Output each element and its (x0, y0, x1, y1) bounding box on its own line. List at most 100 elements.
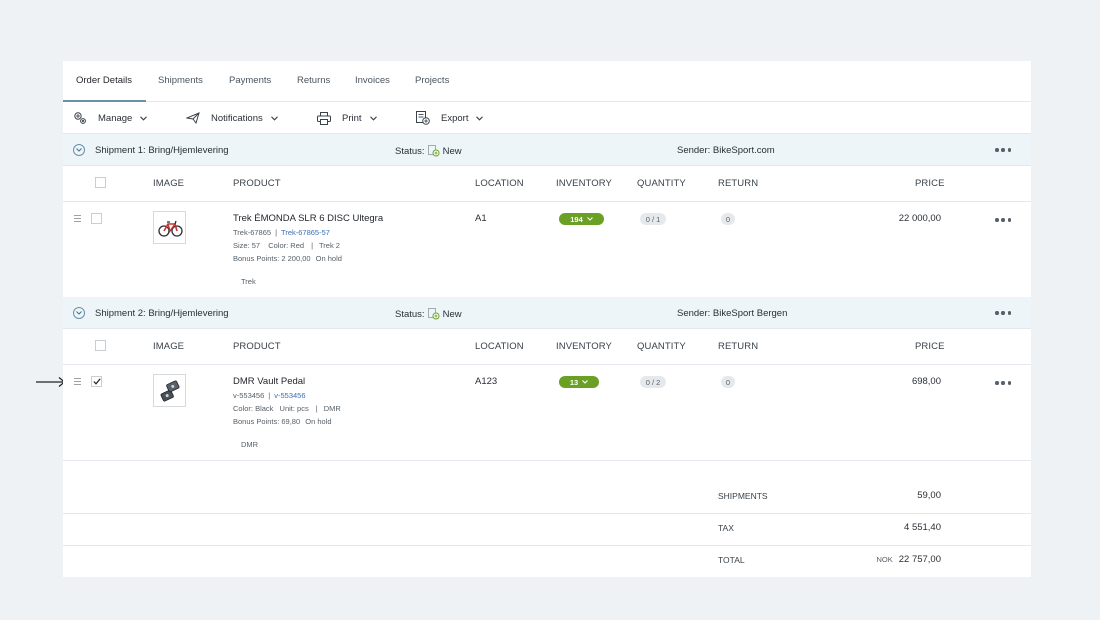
col-quantity: QUANTITY (637, 341, 686, 352)
tab-invoices[interactable]: Invoices (355, 75, 390, 86)
collapse-toggle[interactable] (73, 307, 85, 319)
divider (63, 545, 1031, 546)
column-header-row: IMAGE PRODUCT LOCATION INVENTORY QUANTIT… (63, 329, 1031, 365)
select-all-checkbox[interactable] (95, 177, 106, 188)
chevron-down-icon (140, 115, 148, 121)
shipment-title: Shipment 1: Bring/Hjemlevering (95, 145, 229, 156)
notifications-button[interactable]: Notifications (186, 102, 278, 134)
shipment-sender: Sender: BikeSport.com (677, 145, 775, 156)
return-badge: 0 (721, 213, 735, 225)
chevron-down-icon (76, 311, 82, 315)
print-button[interactable]: Print (317, 102, 377, 134)
pedal-icon (160, 380, 180, 402)
location-value: A123 (475, 376, 498, 387)
chevron-down-icon (476, 115, 484, 121)
item-price: 22 000,00 (898, 213, 941, 224)
status-label: Status: (395, 145, 425, 157)
manage-button[interactable]: Manage (73, 102, 148, 134)
tab-shipments[interactable]: Shipments (158, 75, 203, 86)
product-image (153, 211, 186, 244)
total-value-group: NOK 22 757,00 (821, 554, 941, 565)
print-label: Print (342, 112, 362, 124)
currency-code: NOK (876, 555, 893, 564)
toolbar: Manage Notifications Print Export (63, 102, 1031, 134)
chevron-down-icon (582, 380, 589, 384)
status-value: New (442, 308, 462, 320)
tax-value: 4 551,40 (904, 522, 941, 533)
divider (63, 460, 1031, 461)
col-return: RETURN (718, 341, 759, 352)
inventory-value: 194 (570, 214, 583, 224)
quantity-badge: 0 / 1 (640, 213, 666, 225)
attr-unit: Unit: pcs (279, 404, 309, 413)
product-sku-line: v-553456 | v-553456 (233, 391, 306, 400)
shipment-header: Shipment 1: Bring/Hjemlevering Status: N… (63, 134, 1031, 166)
order-details-card: Order Details Shipments Payments Returns… (63, 61, 1031, 577)
tab-bar: Order Details Shipments Payments Returns… (63, 61, 1031, 102)
product-name[interactable]: Trek ÉMONDA SLR 6 DISC Ultegra (233, 213, 383, 224)
paper-plane-icon (186, 112, 200, 124)
chevron-down-icon (76, 148, 82, 152)
export-label: Export (441, 112, 469, 124)
attr-color: Color: Black (233, 404, 274, 413)
attr-brand: DMR (323, 404, 341, 413)
notifications-label: Notifications (211, 112, 263, 124)
tab-payments[interactable]: Payments (229, 75, 271, 86)
bonus-points: Bonus Points: 69,80 (233, 417, 301, 426)
product-name[interactable]: DMR Vault Pedal (233, 376, 305, 387)
col-inventory: INVENTORY (556, 341, 612, 352)
select-all-checkbox[interactable] (95, 340, 106, 351)
attr-brand-variant: Trek 2 (318, 241, 340, 250)
product-image (153, 374, 186, 407)
shipments-total-label: SHIPMENTS (718, 491, 768, 501)
chevron-down-icon (369, 115, 377, 121)
new-document-icon (427, 145, 440, 157)
col-image: IMAGE (153, 341, 185, 352)
product-sku-line: Trek-67865 | Trek-67865-57 (233, 228, 330, 237)
total-label: TOTAL (718, 555, 745, 565)
collapse-toggle[interactable] (73, 144, 85, 156)
product-variant-link[interactable]: Trek-67865-57 (281, 228, 330, 237)
total-value: 22 757,00 (898, 554, 941, 565)
shipment-status: Status: New (395, 308, 462, 320)
drag-handle-icon[interactable] (74, 215, 81, 224)
more-options-icon[interactable] (995, 146, 1011, 154)
manage-gear-icon (74, 112, 86, 124)
tab-returns[interactable]: Returns (297, 75, 330, 86)
product-attributes: Color: Black Unit: pcs | DMR (233, 404, 341, 413)
status-value: New (442, 145, 462, 157)
shipment-title: Shipment 2: Bring/Hjemlevering (95, 308, 229, 319)
item-checkbox[interactable] (91, 376, 102, 387)
export-button[interactable]: Export (416, 102, 484, 134)
shipments-total-value: 59,00 (917, 490, 941, 501)
tab-projects[interactable]: Projects (415, 75, 449, 86)
tax-label: TAX (718, 523, 734, 533)
item-row: Trek ÉMONDA SLR 6 DISC Ultegra Trek-6786… (63, 202, 1031, 297)
chevron-down-icon (270, 115, 278, 121)
col-location: LOCATION (475, 178, 524, 189)
more-options-icon[interactable] (995, 309, 1011, 317)
bonus-points: Bonus Points: 2 200,00 (233, 254, 311, 263)
location-value: A1 (475, 213, 487, 224)
product-sku: Trek-67865 (233, 228, 272, 237)
col-image: IMAGE (153, 178, 185, 189)
product-attributes: Size: 57 Color: Red | Trek 2 (233, 241, 340, 250)
row-more-options-icon[interactable] (995, 216, 1011, 224)
tab-order-details[interactable]: Order Details (76, 75, 132, 86)
item-checkbox[interactable] (91, 213, 102, 224)
bonus-line: Bonus Points: 2 200,00 On hold (233, 254, 342, 263)
col-price: PRICE (915, 341, 945, 352)
column-header-row: IMAGE PRODUCT LOCATION INVENTORY QUANTIT… (63, 166, 1031, 202)
col-product: PRODUCT (233, 178, 281, 189)
new-document-icon (427, 308, 440, 320)
drag-handle-icon[interactable] (74, 378, 81, 387)
inventory-dropdown[interactable]: 194 (559, 213, 604, 225)
brand-tag: DMR (241, 440, 259, 449)
product-variant-link[interactable]: v-553456 (274, 391, 305, 400)
inventory-dropdown[interactable]: 13 (559, 376, 599, 388)
chevron-down-icon (586, 217, 593, 221)
checkmark-icon (93, 378, 101, 385)
printer-icon (317, 111, 331, 125)
shipment-status: Status: New (395, 145, 462, 157)
row-more-options-icon[interactable] (995, 379, 1011, 387)
